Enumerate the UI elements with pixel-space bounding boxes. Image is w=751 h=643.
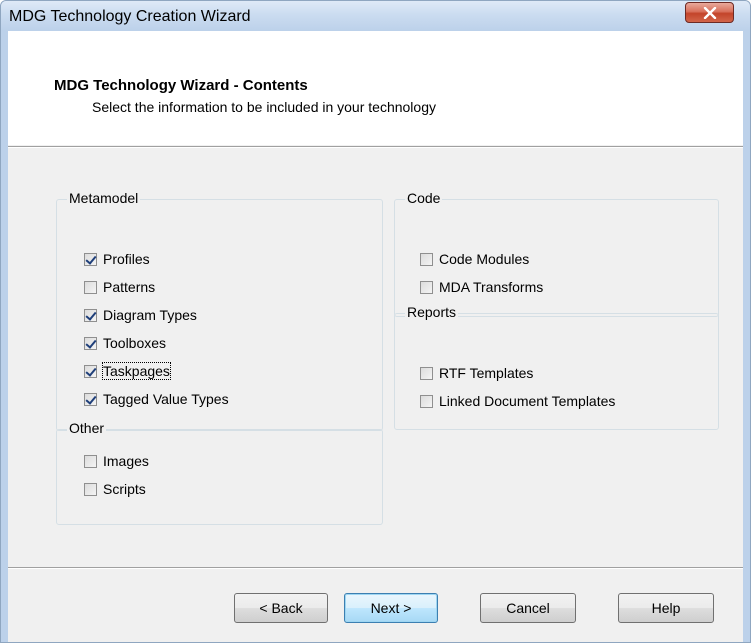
patterns-checkbox[interactable]: Patterns — [84, 277, 155, 297]
checkbox-label: Toolboxes — [103, 335, 167, 351]
page-subtitle: Select the information to be included in… — [92, 99, 436, 115]
tagged-value-types-checkbox[interactable]: Tagged Value Types — [84, 389, 229, 409]
checkbox-label: MDA Transforms — [439, 279, 544, 295]
linked-document-templates-checkbox[interactable]: Linked Document Templates — [420, 391, 615, 411]
cancel-button[interactable]: Cancel — [480, 593, 576, 623]
header-panel: MDG Technology Wizard - Contents Select … — [8, 31, 743, 145]
checkbox-label: Taskpages — [102, 362, 171, 380]
diagram-types-checkbox[interactable]: Diagram Types — [84, 305, 197, 325]
other-group: Other Images Scripts — [56, 420, 383, 525]
title-bar: MDG Technology Creation Wizard — [1, 1, 750, 31]
checkbox-label: Diagram Types — [103, 307, 197, 323]
taskpages-checkbox[interactable]: Taskpages — [84, 361, 171, 381]
images-checkbox[interactable]: Images — [84, 451, 149, 471]
checkbox-box — [84, 454, 97, 468]
other-group-label: Other — [67, 420, 107, 436]
checkbox-box — [84, 482, 97, 496]
close-button[interactable] — [685, 2, 734, 23]
checkbox-box — [420, 252, 433, 266]
reports-group-label: Reports — [405, 304, 459, 320]
header-divider — [8, 146, 743, 148]
help-button[interactable]: Help — [618, 593, 714, 623]
toolboxes-checkbox[interactable]: Toolboxes — [84, 333, 166, 353]
checkbox-box — [84, 308, 97, 322]
checkbox-label: Profiles — [103, 251, 150, 267]
code-group-label: Code — [405, 190, 443, 206]
window-frame-right — [743, 31, 750, 642]
code-group: Code Code Modules MDA Transforms — [394, 190, 719, 317]
checkbox-box — [84, 280, 97, 294]
footer-divider — [8, 567, 743, 569]
back-button[interactable]: < Back — [234, 593, 328, 623]
window-frame-left — [1, 31, 8, 642]
checkbox-label: Linked Document Templates — [439, 393, 616, 409]
page-title: MDG Technology Wizard - Contents — [54, 77, 308, 94]
dialog-body: MDG Technology Wizard - Contents Select … — [8, 31, 743, 642]
close-icon — [703, 6, 716, 19]
reports-group: Reports RTF Templates Linked Document Te… — [394, 304, 719, 430]
next-button[interactable]: Next > — [344, 593, 438, 623]
scripts-checkbox[interactable]: Scripts — [84, 479, 146, 499]
checkbox-box — [84, 392, 97, 406]
mda-transforms-checkbox[interactable]: MDA Transforms — [420, 277, 543, 297]
checkbox-box — [420, 394, 433, 408]
checkbox-label: Images — [103, 453, 149, 469]
metamodel-group: Metamodel Profiles Patterns Diagram Type… — [56, 190, 383, 431]
code-modules-checkbox[interactable]: Code Modules — [420, 249, 529, 269]
profiles-checkbox[interactable]: Profiles — [84, 249, 150, 269]
rtf-templates-checkbox[interactable]: RTF Templates — [420, 363, 533, 383]
checkbox-box — [420, 366, 433, 380]
checkbox-label: Patterns — [103, 279, 156, 295]
checkbox-label: Scripts — [103, 481, 146, 497]
checkbox-box — [84, 252, 97, 266]
checkbox-label: RTF Templates — [439, 365, 534, 381]
metamodel-group-label: Metamodel — [67, 190, 141, 206]
wizard-window: MDG Technology Creation Wizard MDG Techn… — [0, 0, 751, 643]
checkbox-label: Code Modules — [439, 251, 530, 267]
checkbox-box — [420, 280, 433, 294]
checkbox-box — [84, 336, 97, 350]
checkbox-box — [84, 364, 97, 378]
checkbox-label: Tagged Value Types — [103, 391, 229, 407]
window-title: MDG Technology Creation Wizard — [9, 8, 251, 25]
